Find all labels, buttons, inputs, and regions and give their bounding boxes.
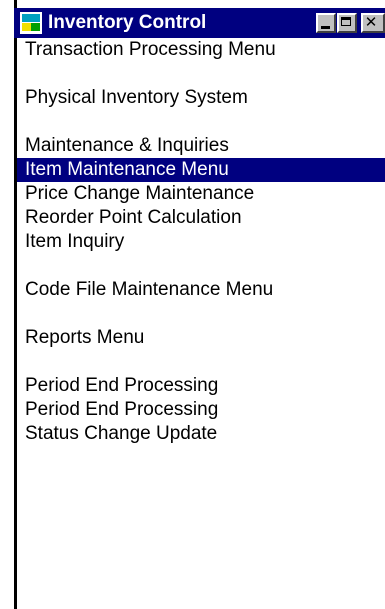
icon-cell-cyan xyxy=(31,14,40,22)
close-icon: ✕ xyxy=(364,13,378,31)
menu-spacer xyxy=(17,254,385,278)
maximize-icon xyxy=(341,17,351,26)
title-bar[interactable]: Inventory Control ✕ xyxy=(14,8,385,38)
application-window-icon[interactable] xyxy=(20,12,42,34)
maximize-button[interactable] xyxy=(337,13,357,33)
icon-cell-yellow xyxy=(22,23,31,31)
menu-item-physical-inventory[interactable]: Physical Inventory System xyxy=(17,86,385,110)
menu-item-price-change[interactable]: Price Change Maintenance xyxy=(17,182,385,206)
screen: Inventory Control ✕ Transaction Processi… xyxy=(0,0,385,609)
minimize-icon xyxy=(321,26,330,29)
window-title: Inventory Control xyxy=(48,12,207,33)
menu-item-period-end-processing[interactable]: Period End Processing xyxy=(17,398,385,422)
menu-item-status-change-update[interactable]: Status Change Update xyxy=(17,422,385,446)
main-menu-list: Transaction Processing Menu Physical Inv… xyxy=(17,38,385,446)
menu-item-item-inquiry[interactable]: Item Inquiry xyxy=(17,230,385,254)
menu-item-period-end-processing[interactable]: Period End Processing xyxy=(17,374,385,398)
minimize-button[interactable] xyxy=(316,13,336,33)
icon-cell-green xyxy=(31,23,40,31)
menu-item-reports[interactable]: Reports Menu xyxy=(17,326,385,350)
menu-spacer xyxy=(17,62,385,86)
menu-item-reorder-point[interactable]: Reorder Point Calculation xyxy=(17,206,385,230)
menu-spacer xyxy=(17,110,385,134)
icon-cell-cyan xyxy=(22,14,31,22)
menu-item-code-file-maintenance[interactable]: Code File Maintenance Menu xyxy=(17,278,385,302)
menu-spacer xyxy=(17,302,385,326)
menu-item-item-maintenance[interactable]: Item Maintenance Menu xyxy=(17,158,385,182)
menu-spacer xyxy=(17,350,385,374)
menu-item-transaction-processing[interactable]: Transaction Processing Menu xyxy=(17,38,385,62)
inventory-control-window: Inventory Control ✕ Transaction Processi… xyxy=(0,0,385,609)
close-button[interactable]: ✕ xyxy=(361,13,385,33)
menu-item-maintenance-inquiries[interactable]: Maintenance & Inquiries xyxy=(17,134,385,158)
